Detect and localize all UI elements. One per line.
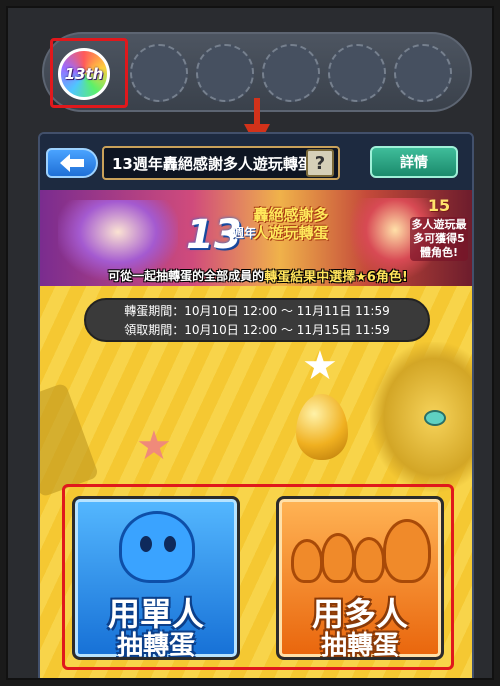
mascot-figure	[383, 519, 431, 583]
details-button[interactable]: 詳情	[370, 146, 458, 178]
back-button[interactable]	[46, 148, 98, 178]
event-banner: 13 週年 轟絕感謝多人遊玩轉蛋 15 多人遊玩最多可獲得5體角色! 可從一起抽…	[40, 190, 472, 286]
phone-illustration	[40, 382, 100, 498]
mascot-figure	[321, 533, 355, 583]
panel-header: 13週年轟絕感謝多人遊玩轉蛋 ? 詳情	[40, 134, 472, 190]
reward-badge-number: 15	[427, 196, 451, 215]
page-title: 13週年轟絕感謝多人遊玩轉蛋	[102, 146, 340, 180]
orange-mascots-icon	[291, 517, 435, 583]
multi-gacha-label-2: 抽轉蛋	[320, 631, 399, 660]
empty-slot	[196, 44, 254, 102]
gacha-period-text: 轉蛋期間：10月10日 12:00 〜 11月11日 11:59	[124, 304, 390, 318]
star-icon: ★	[302, 343, 338, 389]
mascot-eye	[164, 536, 176, 552]
star-icon: ★	[136, 423, 172, 469]
reward-badge: 15 多人遊玩最多可獲得5體角色!	[410, 196, 468, 272]
game-screen: 13th 13週年轟絕感謝多人遊玩轉蛋 ? 詳情 13 週年 轟絕感謝多人遊玩轉…	[6, 6, 494, 680]
golden-egg-icon	[296, 394, 348, 460]
page-title-text: 13週年轟絕感謝多人遊玩轉蛋	[112, 154, 313, 173]
reward-badge-text: 多人遊玩最多可獲得5體角色!	[410, 217, 468, 261]
empty-slot	[394, 44, 452, 102]
empty-slot	[130, 44, 188, 102]
back-arrow-icon	[60, 154, 84, 172]
blue-mascot-icon	[119, 511, 195, 583]
banner-caption: 可從一起抽轉蛋的全部成員的 轉蛋結果中選擇★6角色!	[40, 264, 472, 286]
empty-slot	[328, 44, 386, 102]
gacha-panel: 13週年轟絕感謝多人遊玩轉蛋 ? 詳情 13 週年 轟絕感謝多人遊玩轉蛋 15 …	[38, 132, 474, 678]
help-icon: ?	[314, 152, 326, 174]
multi-gacha-button[interactable]: 用多人 抽轉蛋	[276, 496, 444, 660]
mascot-eye	[140, 536, 152, 552]
mascot-figure	[353, 537, 385, 583]
dragon-illustration	[370, 342, 472, 492]
solo-gacha-button[interactable]: 用單人 抽轉蛋	[72, 496, 240, 660]
caption-prefix: 可從一起抽轉蛋的全部成員的	[108, 268, 265, 283]
logo-main-text: 轟絕感謝多人遊玩轉蛋	[253, 206, 329, 242]
highlight-box-badge	[50, 38, 128, 108]
claim-period-text: 領取期間：10月10日 12:00 〜 11月15日 11:59	[124, 323, 390, 337]
solo-gacha-label-2: 抽轉蛋	[116, 631, 195, 660]
event-logo: 13 週年 轟絕感謝多人遊玩轉蛋	[186, 202, 336, 268]
help-button[interactable]: ?	[306, 149, 334, 177]
mascot-figure	[291, 539, 323, 583]
caption-highlight: 轉蛋結果中選擇★6角色!	[264, 269, 408, 285]
empty-slot	[262, 44, 320, 102]
dragon-eye	[424, 410, 446, 426]
event-periods: 轉蛋期間：10月10日 12:00 〜 11月11日 11:59 領取期間：10…	[84, 298, 430, 342]
details-button-label: 詳情	[400, 155, 428, 171]
gacha-body: 轉蛋期間：10月10日 12:00 〜 11月11日 11:59 領取期間：10…	[40, 286, 472, 678]
